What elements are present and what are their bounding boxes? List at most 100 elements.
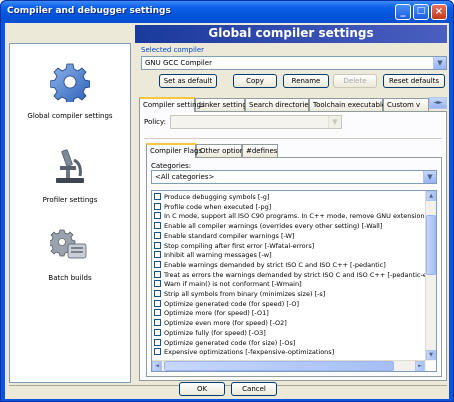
flag-checkbox[interactable]	[154, 202, 161, 210]
flag-label: Treat as errors the warnings demanded by…	[164, 270, 427, 279]
flag-row[interactable]: Strip all symbols from binary (minimizes…	[154, 290, 325, 299]
delete-button[interactable]: Delete	[333, 74, 377, 88]
flag-checkbox[interactable]	[154, 270, 161, 278]
flag-row[interactable]: Expensive optimizations [-fexpensive-opt…	[154, 348, 334, 357]
scroll-thumb[interactable]	[164, 361, 394, 371]
flag-label: Optimize generated code (for size) [-Os]	[164, 338, 296, 347]
scroll-up-button[interactable]: ▲	[426, 191, 436, 201]
flag-row[interactable]: Profile code when executed [-pg]	[154, 202, 272, 212]
vertical-scrollbar[interactable]: ▲ ▼	[425, 191, 436, 361]
flag-checkbox[interactable]	[154, 309, 161, 317]
flag-row[interactable]: Stop compiling after first error [-Wfata…	[154, 241, 314, 251]
policy-label: Policy:	[144, 118, 166, 126]
flag-label: Enable standard compiler warnings [-W]	[164, 231, 295, 240]
flag-row[interactable]: Optimize generated code (for size) [-Os]	[154, 338, 296, 348]
flag-label: Produce debugging symbols [-g]	[164, 193, 270, 201]
policy-dropdown[interactable]: ▼	[170, 115, 342, 129]
scroll-thumb[interactable]	[426, 215, 436, 275]
reset-defaults-button[interactable]: Reset defaults	[383, 74, 445, 88]
settings-category-list: Global compiler settings Profiler settin…	[9, 43, 131, 383]
chevron-down-icon: ▼	[328, 116, 341, 128]
flag-checkbox[interactable]	[154, 319, 161, 327]
set-as-default-button[interactable]: Set as default	[159, 74, 217, 88]
flag-row[interactable]: Inhibit all warning messages [-w]	[154, 251, 272, 260]
microscope-icon	[56, 149, 84, 183]
rename-button[interactable]: Rename	[283, 74, 329, 88]
flag-label: Optimize even more (for speed) [-O2]	[164, 319, 287, 328]
selected-compiler-value: GNU GCC Compiler	[145, 59, 212, 67]
flag-checkbox[interactable]	[154, 222, 161, 230]
tab-search-directories[interactable]: Search directories	[245, 98, 312, 111]
flag-label: Inhibit all warning messages [-w]	[164, 251, 272, 260]
selected-compiler-dropdown[interactable]: GNU GCC Compiler ▼	[141, 56, 447, 70]
flag-checkbox[interactable]	[154, 241, 161, 249]
settings-tabs: Compiler settings Linker settings Search…	[139, 97, 447, 112]
flag-row[interactable]: Enable warnings demanded by strict ISO C…	[154, 260, 386, 270]
flag-row[interactable]: Treat as errors the warnings demanded by…	[154, 270, 427, 280]
cancel-button[interactable]: Cancel	[231, 382, 277, 396]
flag-label: Expensive optimizations [-fexpensive-opt…	[164, 348, 335, 357]
compiler-flags-pane: Categories: <All categories> ▼ Produce d…	[146, 157, 442, 377]
flag-label: Enable all compiler warnings (overrides …	[164, 222, 383, 231]
flag-row[interactable]: Warn if main() is not conformant [-Wmain…	[154, 280, 302, 289]
selected-compiler-label: Selected compiler	[141, 46, 205, 54]
flag-checkbox[interactable]	[154, 212, 161, 220]
sidebar-item-batch-builds[interactable]: Batch builds	[10, 224, 130, 282]
categories-value: <All categories>	[155, 173, 215, 181]
chevron-down-icon: ▼	[423, 171, 436, 183]
flag-label: Profile code when executed [-pg]	[164, 202, 272, 211]
maximize-button[interactable]: □	[413, 4, 429, 20]
flag-row[interactable]: Optimize more (for speed) [-O1]	[154, 309, 269, 318]
flag-checkbox[interactable]	[154, 348, 161, 356]
chevron-down-icon: ▼	[433, 57, 446, 69]
flag-row[interactable]: Produce debugging symbols [-g]	[154, 193, 269, 202]
footer-divider	[9, 385, 447, 386]
flag-checkbox[interactable]	[154, 260, 161, 268]
flag-checkbox[interactable]	[154, 251, 161, 259]
compiler-flags-list[interactable]: Produce debugging symbols [-g] Profile co…	[151, 190, 437, 372]
flag-row[interactable]: Optimize generated code (for speed) [-O]	[154, 299, 299, 309]
page-header: Global compiler settings	[135, 25, 447, 43]
flag-label: Enable warnings demanded by strict ISO C…	[164, 260, 386, 269]
flag-checkbox[interactable]	[154, 280, 161, 288]
flag-checkbox[interactable]	[154, 193, 161, 200]
flag-checkbox[interactable]	[154, 328, 161, 336]
tab-defines[interactable]: #defines	[242, 144, 278, 157]
flag-label: In C mode, support all ISO C90 programs.…	[164, 212, 429, 221]
compiler-settings-pane: Policy: ▼ Compiler Flags Other options #…	[139, 111, 447, 381]
flag-label: Optimize more (for speed) [-O1]	[164, 309, 269, 318]
batch-gears-icon	[48, 229, 87, 259]
flag-checkbox[interactable]	[154, 290, 161, 297]
title-bar[interactable]: Compiler and debugger settings _ □ ×	[1, 1, 453, 23]
minimize-button[interactable]: _	[395, 4, 411, 20]
scroll-left-button[interactable]: ◄	[152, 361, 162, 371]
tab-other-options[interactable]: Other options	[196, 144, 248, 157]
flag-row[interactable]: Optimize even more (for speed) [-O2]	[154, 319, 287, 328]
copy-button[interactable]: Copy	[233, 74, 277, 88]
categories-dropdown[interactable]: <All categories> ▼	[151, 170, 437, 184]
flag-checkbox[interactable]	[154, 299, 161, 307]
close-button[interactable]: ×	[431, 4, 447, 20]
flag-checkbox[interactable]	[154, 231, 161, 239]
flag-row[interactable]: Enable all compiler warnings (overrides …	[154, 222, 382, 231]
flag-row[interactable]: In C mode, support all ISO C90 programs.…	[154, 212, 428, 221]
compiler-subtabs: Compiler Flags Other options #defines	[146, 143, 346, 158]
scroll-right-button[interactable]: ►	[415, 361, 425, 371]
tab-toolchain-executables[interactable]: Toolchain executables	[309, 98, 390, 111]
tab-compiler-settings[interactable]: Compiler settings	[139, 97, 205, 112]
sidebar-item-label: Batch builds	[48, 274, 92, 282]
tab-scroll-arrows[interactable]: ◄►	[429, 97, 447, 109]
flag-label: Optimize fully (for speed) [-O3]	[164, 328, 266, 337]
flag-checkbox[interactable]	[154, 338, 161, 346]
tab-compiler-flags[interactable]: Compiler Flags	[146, 143, 202, 158]
horizontal-scrollbar[interactable]: ◄ ►	[152, 360, 426, 371]
scroll-down-button[interactable]: ▼	[426, 350, 436, 360]
sidebar-item-global-compiler[interactable]: Global compiler settings	[10, 62, 130, 120]
ok-button[interactable]: OK	[179, 382, 225, 396]
flag-row[interactable]: Optimize fully (for speed) [-O3]	[154, 328, 266, 338]
chevron-right-icon[interactable]: ►	[438, 99, 443, 106]
flag-row[interactable]: Enable standard compiler warnings [-W]	[154, 231, 295, 241]
sidebar-item-profiler[interactable]: Profiler settings	[10, 146, 130, 204]
divider	[144, 138, 442, 139]
tab-custom[interactable]: Custom v	[383, 98, 429, 111]
